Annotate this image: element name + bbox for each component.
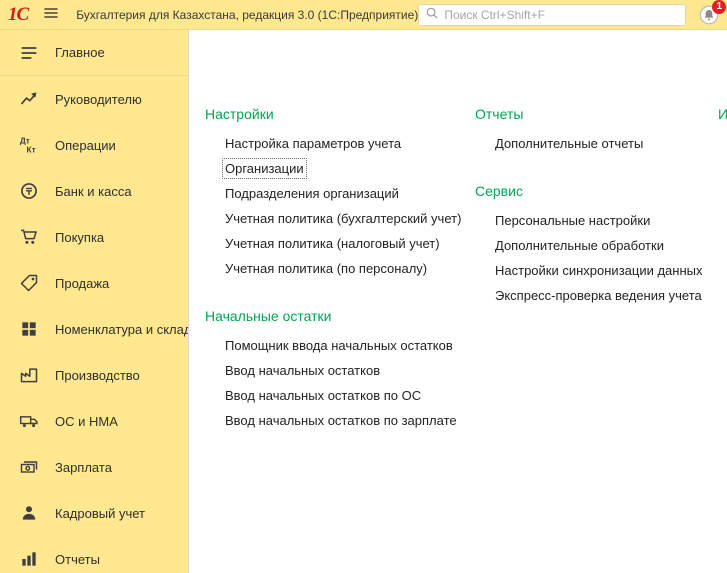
sidebar-item-label: Продажа <box>55 276 109 291</box>
content-column-1: Настройки Настройка параметров учета Орг… <box>205 106 475 573</box>
link-dopolnitelnye-otchety[interactable]: Дополнительные отчеты <box>495 136 643 151</box>
link-uchetnaya-politika-nalogovyy[interactable]: Учетная политика (налоговый учет) <box>225 236 440 251</box>
price-tag-icon <box>18 273 40 293</box>
link-vvod-nachalnyh-ostatkov-po-os[interactable]: Ввод начальных остатков по ОС <box>225 388 421 403</box>
sidebar-item-pokupka[interactable]: Покупка <box>0 214 188 260</box>
sidebar-item-label: Операции <box>55 138 116 153</box>
sidebar-item-label: Банк и касса <box>55 184 132 199</box>
sidebar-item-os-i-nma[interactable]: ОС и НМА <box>0 398 188 444</box>
link-vvod-nachalnyh-ostatkov-po-zarplate[interactable]: Ввод начальных остатков по зарплате <box>225 413 457 428</box>
header-servis: Сервис <box>475 183 718 199</box>
sidebar-item-proizvodstvo[interactable]: Производство <box>0 352 188 398</box>
app-window: 1С Бухгалтерия для Казахстана, редакция … <box>0 0 727 573</box>
coin-icon <box>18 181 40 201</box>
notifications-button[interactable]: 1 <box>698 4 720 26</box>
group-otchety: Отчеты Дополнительные отчеты <box>475 106 718 161</box>
link-vvod-nachalnyh-ostatkov[interactable]: Ввод начальных остатков <box>225 363 380 378</box>
debit-credit-icon: ДтКт <box>18 135 40 155</box>
content-column-3: И <box>718 106 727 573</box>
money-icon <box>18 457 40 477</box>
link-ekspress-proverka-vedeniya-ucheta[interactable]: Экспресс-проверка ведения учета <box>495 288 702 303</box>
sidebar-item-label: Покупка <box>55 230 104 245</box>
sidebar-item-glavnoe[interactable]: Главное <box>0 30 188 76</box>
svg-text:Кт: Кт <box>27 145 36 155</box>
link-podrazdeleniya-organizaciy[interactable]: Подразделения организаций <box>225 186 399 201</box>
window-title: Бухгалтерия для Казахстана, редакция 3.0… <box>76 8 418 22</box>
sidebar-item-label: Зарплата <box>55 460 112 475</box>
link-uchetnaya-politika-buhgalterskiy[interactable]: Учетная политика (бухгалтерский учет) <box>225 211 461 226</box>
search-icon <box>425 6 439 23</box>
topbar-icons: 1 <box>698 4 727 26</box>
bar-chart-icon <box>18 549 40 569</box>
sidebar-item-label: ОС и НМА <box>55 414 118 429</box>
section-menu: Настройки Настройка параметров учета Орг… <box>188 30 727 573</box>
link-nastroyka-parametrov-ucheta[interactable]: Настройка параметров учета <box>225 136 401 151</box>
person-icon <box>18 503 40 523</box>
header-nachalnye-ostatki: Начальные остатки <box>205 308 475 324</box>
header-nastroyki: Настройки <box>205 106 475 122</box>
1c-logo: 1С <box>8 5 28 24</box>
trend-chart-icon <box>18 89 40 109</box>
link-pomoschnik-vvoda-nachalnyh-ostatkov[interactable]: Помощник ввода начальных остатков <box>225 338 453 353</box>
sidebar-item-label: Отчеты <box>55 552 100 567</box>
sidebar-item-label: Руководителю <box>55 92 142 107</box>
notifications-bell-icon <box>698 14 720 29</box>
main-menu-button[interactable] <box>38 2 64 27</box>
link-personalnye-nastroyki[interactable]: Персональные настройки <box>495 213 650 228</box>
content-column-2: Отчеты Дополнительные отчеты Сервис Перс… <box>475 106 718 573</box>
sidebar-item-rukovoditelyu[interactable]: Руководителю <box>0 76 188 122</box>
group-nachalnye-ostatki: Начальные остатки Помощник ввода начальн… <box>205 308 475 438</box>
sidebar-item-label: Главное <box>55 45 105 60</box>
hamburger-icon <box>42 5 60 24</box>
link-dopolnitelnye-obrabotki[interactable]: Дополнительные обработки <box>495 238 664 253</box>
sidebar-item-otchety[interactable]: Отчеты <box>0 536 188 573</box>
sidebar-item-prodazha[interactable]: Продажа <box>0 260 188 306</box>
link-organizacii[interactable]: Организации <box>225 161 304 176</box>
group-clipped: И <box>718 106 727 136</box>
grid-icon <box>18 319 40 339</box>
truck-icon <box>18 411 40 431</box>
main-area: Главное Руководителю ДтКт Операции Банк … <box>0 30 727 573</box>
sidebar-item-operacii[interactable]: ДтКт Операции <box>0 122 188 168</box>
header-clipped: И <box>718 106 727 122</box>
factory-icon <box>18 365 40 385</box>
menu-lines-icon <box>18 43 40 63</box>
group-servis: Сервис Персональные настройки Дополнител… <box>475 183 718 313</box>
sidebar-item-zarplata[interactable]: Зарплата <box>0 444 188 490</box>
sidebar-item-label: Кадровый учет <box>55 506 145 521</box>
sidebar-item-nomenklatura-i-sklad[interactable]: Номенклатура и склад <box>0 306 188 352</box>
sidebar-item-label: Номенклатура и склад <box>55 322 188 337</box>
link-uchetnaya-politika-po-personalu[interactable]: Учетная политика (по персоналу) <box>225 261 427 276</box>
topbar: 1С Бухгалтерия для Казахстана, редакция … <box>0 0 727 30</box>
sections-panel: Главное Руководителю ДтКт Операции Банк … <box>0 30 188 573</box>
header-otchety: Отчеты <box>475 106 718 122</box>
link-nastroyki-sinhronizacii-dannyh[interactable]: Настройки синхронизации данных <box>495 263 703 278</box>
sidebar-item-bank-i-kassa[interactable]: Банк и касса <box>0 168 188 214</box>
sidebar-item-kadrovyy-uchet[interactable]: Кадровый учет <box>0 490 188 536</box>
global-search <box>418 4 686 26</box>
search-input[interactable] <box>444 8 679 22</box>
cart-icon <box>18 227 40 247</box>
notifications-badge: 1 <box>712 0 726 14</box>
sidebar-item-label: Производство <box>55 368 140 383</box>
group-nastroyki: Настройки Настройка параметров учета Орг… <box>205 106 475 286</box>
